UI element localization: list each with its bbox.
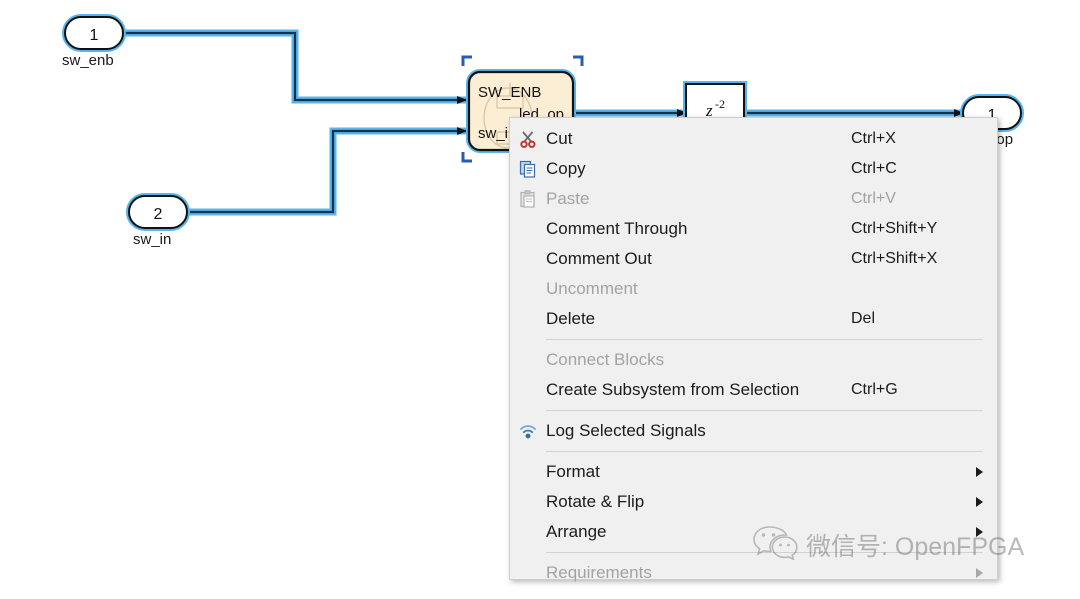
menu-separator (546, 410, 983, 411)
menu-item-accel: Ctrl+Shift+Y (851, 220, 938, 237)
menu-item-label: Cut (546, 129, 573, 148)
submenu-arrow-icon (976, 527, 983, 537)
menu-item-label: Arrange (546, 522, 607, 541)
menu-item-label: Connect Blocks (546, 350, 665, 369)
context-menu[interactable]: Cut Ctrl+X Copy Ctrl+C Paste Ctrl+V Comm… (509, 117, 998, 582)
no-icon (510, 487, 546, 517)
copy-icon (510, 154, 546, 184)
menu-item-delete[interactable]: Delete Del (510, 304, 997, 334)
menu-separator (546, 339, 983, 340)
menu-item-label: Log Selected Signals (546, 421, 706, 440)
menu-item-accel: Ctrl+C (851, 160, 897, 177)
menu-item-create-subsystem-from-selection[interactable]: Create Subsystem from Selection Ctrl+G (510, 375, 997, 405)
menu-item-accel: Ctrl+G (851, 381, 898, 398)
menu-item-comment-through[interactable]: Comment Through Ctrl+Shift+Y (510, 214, 997, 244)
signal-line-sw-in[interactable] (184, 127, 467, 216)
menu-item-label: Delete (546, 309, 596, 328)
menu-item-label: Paste (546, 189, 590, 208)
no-icon (510, 517, 546, 547)
menu-separator (546, 451, 983, 452)
no-icon (510, 244, 546, 274)
block-inport-1[interactable]: 1 (62, 14, 126, 52)
menu-item-arrange[interactable]: Arrange (510, 517, 997, 547)
menu-item-connect-blocks: Connect Blocks (510, 345, 997, 375)
no-icon (510, 274, 546, 304)
scissors-icon (510, 124, 546, 154)
menu-item-accel: Ctrl+X (851, 130, 896, 147)
inport-2-label: sw_in (133, 231, 172, 248)
menu-item-label: Comment Out (546, 249, 652, 268)
menu-item-requirements: Requirements (510, 558, 997, 588)
signal-line-sw-enb[interactable] (121, 29, 467, 104)
no-icon (510, 375, 546, 405)
no-icon (510, 558, 546, 588)
menu-item-label: Copy (546, 159, 586, 178)
menu-item-accel: Del (851, 310, 876, 327)
no-icon (510, 214, 546, 244)
menu-item-log-selected-signals[interactable]: Log Selected Signals (510, 416, 997, 446)
svg-text:2: 2 (154, 206, 163, 223)
menu-item-label: Uncomment (546, 279, 638, 298)
menu-item-paste: Paste Ctrl+V (510, 184, 997, 214)
menu-item-label: Rotate & Flip (546, 492, 645, 511)
svg-text:1: 1 (90, 27, 99, 44)
svg-text:SW_ENB: SW_ENB (478, 84, 541, 101)
submenu-arrow-icon (976, 467, 983, 477)
svg-text:-2: -2 (715, 97, 725, 111)
submenu-arrow-icon (976, 568, 983, 578)
menu-item-accel: Ctrl+Shift+X (851, 250, 938, 267)
menu-item-accel: Ctrl+V (851, 190, 896, 207)
no-icon (510, 304, 546, 334)
menu-item-label: Create Subsystem from Selection (546, 380, 800, 399)
menu-item-comment-out[interactable]: Comment Out Ctrl+Shift+X (510, 244, 997, 274)
menu-item-rotate-and-flip[interactable]: Rotate & Flip (510, 487, 997, 517)
block-inport-2[interactable]: 2 (126, 193, 190, 231)
menu-separator (546, 552, 983, 553)
menu-item-copy[interactable]: Copy Ctrl+C (510, 154, 997, 184)
paste-icon (510, 184, 546, 214)
no-icon (510, 345, 546, 375)
no-icon (510, 457, 546, 487)
menu-item-cut[interactable]: Cut Ctrl+X (510, 124, 997, 154)
inport-1-label: sw_enb (62, 52, 114, 69)
menu-item-label: Requirements (546, 563, 652, 582)
menu-item-format[interactable]: Format (510, 457, 997, 487)
signal-icon (510, 416, 546, 446)
menu-item-label: Format (546, 462, 600, 481)
submenu-arrow-icon (976, 497, 983, 507)
simulink-model-window: 1 2 SW_ENB sw_in led_op z -2 1 sw_enb sw… (0, 0, 1080, 599)
menu-item-uncomment: Uncomment (510, 274, 997, 304)
menu-item-label: Comment Through (546, 219, 688, 238)
